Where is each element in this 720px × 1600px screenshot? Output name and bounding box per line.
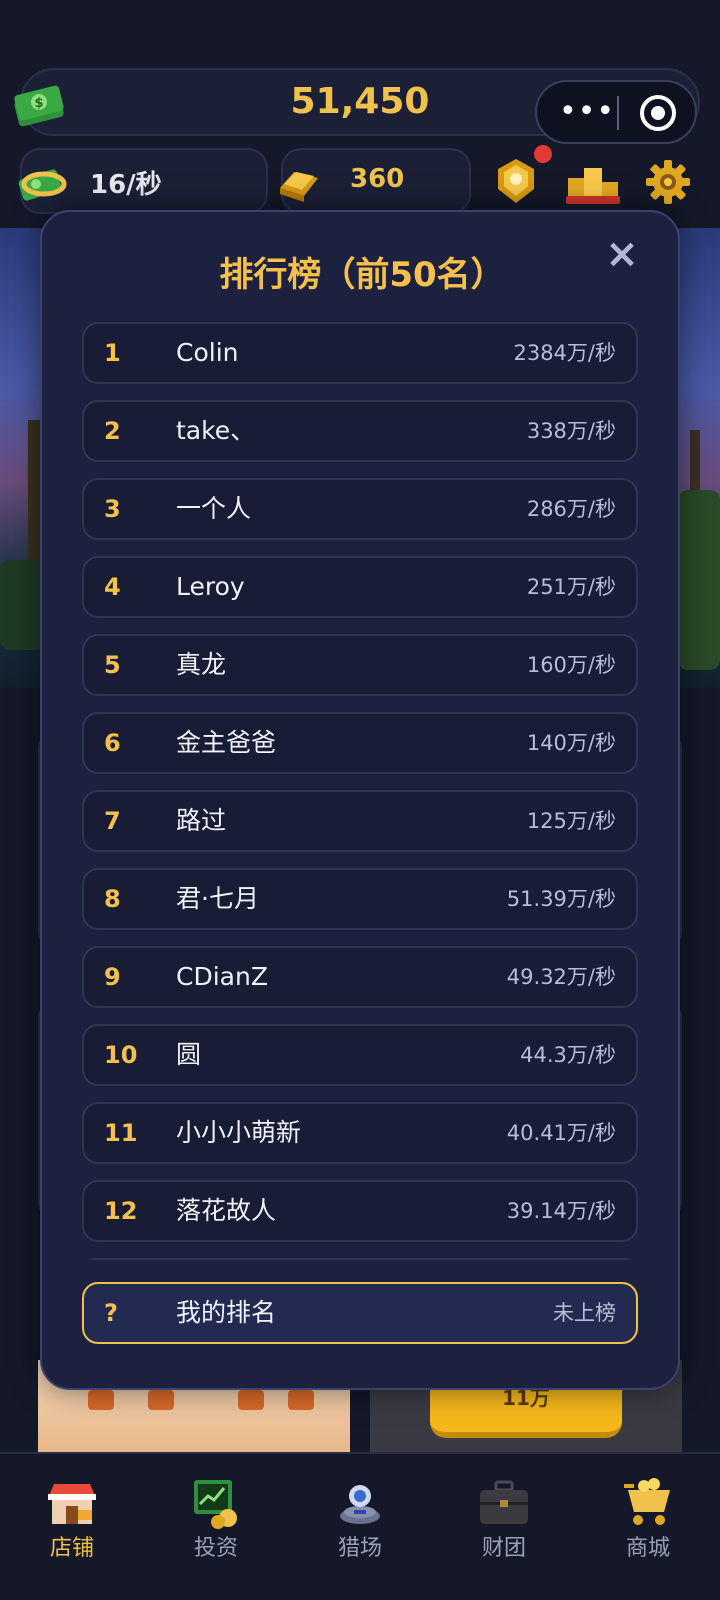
shopping-cart-icon bbox=[624, 1478, 670, 1525]
player-name: 君·七月 bbox=[176, 884, 259, 913]
rank-number: 8 bbox=[104, 885, 121, 913]
gear-icon[interactable] bbox=[644, 158, 692, 206]
nav-mall[interactable]: 商城 bbox=[576, 1454, 720, 1600]
income-rate-value: 16/秒 bbox=[90, 170, 162, 200]
hedge bbox=[0, 560, 45, 650]
player-score: 2384万/秒 bbox=[513, 341, 616, 365]
gold-value: 360 bbox=[350, 164, 405, 194]
player-name: 一个人 bbox=[176, 494, 252, 523]
trophy-badge-icon[interactable] bbox=[490, 155, 542, 207]
rank-number: 2 bbox=[104, 417, 121, 445]
player-score: 51.39万/秒 bbox=[506, 887, 616, 911]
hedge bbox=[678, 490, 720, 670]
target-icon[interactable] bbox=[640, 95, 676, 131]
leaderboard-row[interactable]: 2 take、 338万/秒 bbox=[82, 400, 638, 462]
rank-number: 9 bbox=[104, 963, 121, 991]
capsule-divider bbox=[617, 96, 619, 130]
podium-icon[interactable] bbox=[566, 158, 620, 206]
leaderboard-list[interactable]: 1 Colin 2384万/秒 2 take、 338万/秒 3 一个人 286… bbox=[82, 322, 638, 1260]
bottom-nav: 店铺 投资 猎场 财团 商城 bbox=[0, 1452, 720, 1600]
nav-label: 财团 bbox=[481, 1536, 526, 1561]
player-score: 125万/秒 bbox=[526, 809, 616, 833]
shop-icon bbox=[48, 1484, 96, 1524]
leaderboard-row[interactable]: 4 Leroy 251万/秒 bbox=[82, 556, 638, 618]
mini-program-capsule: ••• bbox=[535, 80, 697, 144]
leaderboard-row[interactable]: 5 真龙 160万/秒 bbox=[82, 634, 638, 696]
my-rank-number: ? bbox=[104, 1299, 118, 1327]
rank-number: 11 bbox=[104, 1119, 138, 1147]
street-lamp bbox=[28, 420, 40, 570]
my-rank-status: 未上榜 bbox=[553, 1301, 616, 1325]
rank-number: 6 bbox=[104, 729, 121, 757]
nav-hunting[interactable]: 猎场 bbox=[288, 1454, 432, 1600]
player-score: 44.3万/秒 bbox=[520, 1043, 616, 1067]
more-dots-icon[interactable]: ••• bbox=[559, 82, 615, 142]
leaderboard-row[interactable]: 6 金主爸爸 140万/秒 bbox=[82, 712, 638, 774]
investment-icon bbox=[194, 1480, 237, 1529]
player-name: 落花故人 bbox=[176, 1196, 277, 1225]
rank-number: 7 bbox=[104, 807, 121, 835]
player-score: 140万/秒 bbox=[526, 731, 616, 755]
player-name: CDianZ bbox=[176, 962, 268, 991]
player-score: 251万/秒 bbox=[526, 575, 616, 599]
rank-number: 12 bbox=[104, 1197, 138, 1225]
close-icon[interactable]: × bbox=[602, 234, 642, 274]
leaderboard-row-partial[interactable] bbox=[82, 1258, 638, 1260]
leaderboard-row[interactable]: 3 一个人 286万/秒 bbox=[82, 478, 638, 540]
player-name: Colin bbox=[176, 338, 239, 367]
player-name: Leroy bbox=[176, 572, 245, 601]
nav-label: 店铺 bbox=[49, 1536, 94, 1561]
leaderboard-row[interactable]: 11 小小小萌新 40.41万/秒 bbox=[82, 1102, 638, 1164]
my-rank-label: 我的排名 bbox=[176, 1298, 277, 1327]
player-name: 真龙 bbox=[176, 650, 227, 679]
rank-number: 5 bbox=[104, 651, 121, 679]
leaderboard-row[interactable]: 1 Colin 2384万/秒 bbox=[82, 322, 638, 384]
player-name: 小小小萌新 bbox=[176, 1118, 302, 1147]
player-score: 39.14万/秒 bbox=[506, 1199, 616, 1223]
player-name: 圆 bbox=[176, 1040, 202, 1069]
leaderboard-row[interactable]: 10 圆 44.3万/秒 bbox=[82, 1024, 638, 1086]
player-score: 40.41万/秒 bbox=[506, 1121, 616, 1145]
rank-number: 3 bbox=[104, 495, 121, 523]
my-rank-row[interactable]: ? 我的排名 未上榜 bbox=[82, 1282, 638, 1344]
rank-number: 4 bbox=[104, 573, 121, 601]
player-name: take、 bbox=[176, 416, 256, 445]
player-score: 160万/秒 bbox=[526, 653, 616, 677]
modal-title: 排行榜（前50名） bbox=[219, 255, 505, 295]
player-score: 338万/秒 bbox=[526, 419, 616, 443]
nav-label: 猎场 bbox=[337, 1536, 382, 1561]
player-name: 路过 bbox=[176, 806, 227, 835]
briefcase-icon bbox=[480, 1480, 528, 1524]
gold-bar-icon bbox=[280, 172, 318, 202]
table-chair bbox=[148, 1390, 174, 1410]
player-score: 49.32万/秒 bbox=[506, 965, 616, 989]
table-chair bbox=[88, 1390, 114, 1410]
money-bag-icon bbox=[18, 169, 67, 201]
table-chair bbox=[288, 1390, 314, 1410]
player-name: 金主爸爸 bbox=[176, 728, 277, 757]
rank-number: 10 bbox=[104, 1041, 138, 1069]
nav-investment[interactable]: 投资 bbox=[144, 1454, 288, 1600]
notification-dot bbox=[534, 145, 552, 163]
rank-number: 1 bbox=[104, 339, 121, 367]
nav-label: 投资 bbox=[193, 1536, 238, 1561]
leaderboard-row[interactable]: 12 落花故人 39.14万/秒 bbox=[82, 1180, 638, 1242]
leaderboard-row[interactable]: 9 CDianZ 49.32万/秒 bbox=[82, 946, 638, 1008]
nav-label: 商城 bbox=[625, 1536, 670, 1561]
leaderboard-row[interactable]: 7 路过 125万/秒 bbox=[82, 790, 638, 852]
table-chair bbox=[238, 1390, 264, 1410]
player-score: 286万/秒 bbox=[526, 497, 616, 521]
nav-shop[interactable]: 店铺 bbox=[0, 1454, 144, 1600]
hunting-ground-icon bbox=[340, 1485, 380, 1524]
leaderboard-modal: 排行榜（前50名） × 1 Colin 2384万/秒 2 take、 338万… bbox=[40, 210, 680, 1390]
leaderboard-row[interactable]: 8 君·七月 51.39万/秒 bbox=[82, 868, 638, 930]
nav-consortium[interactable]: 财团 bbox=[432, 1454, 576, 1600]
